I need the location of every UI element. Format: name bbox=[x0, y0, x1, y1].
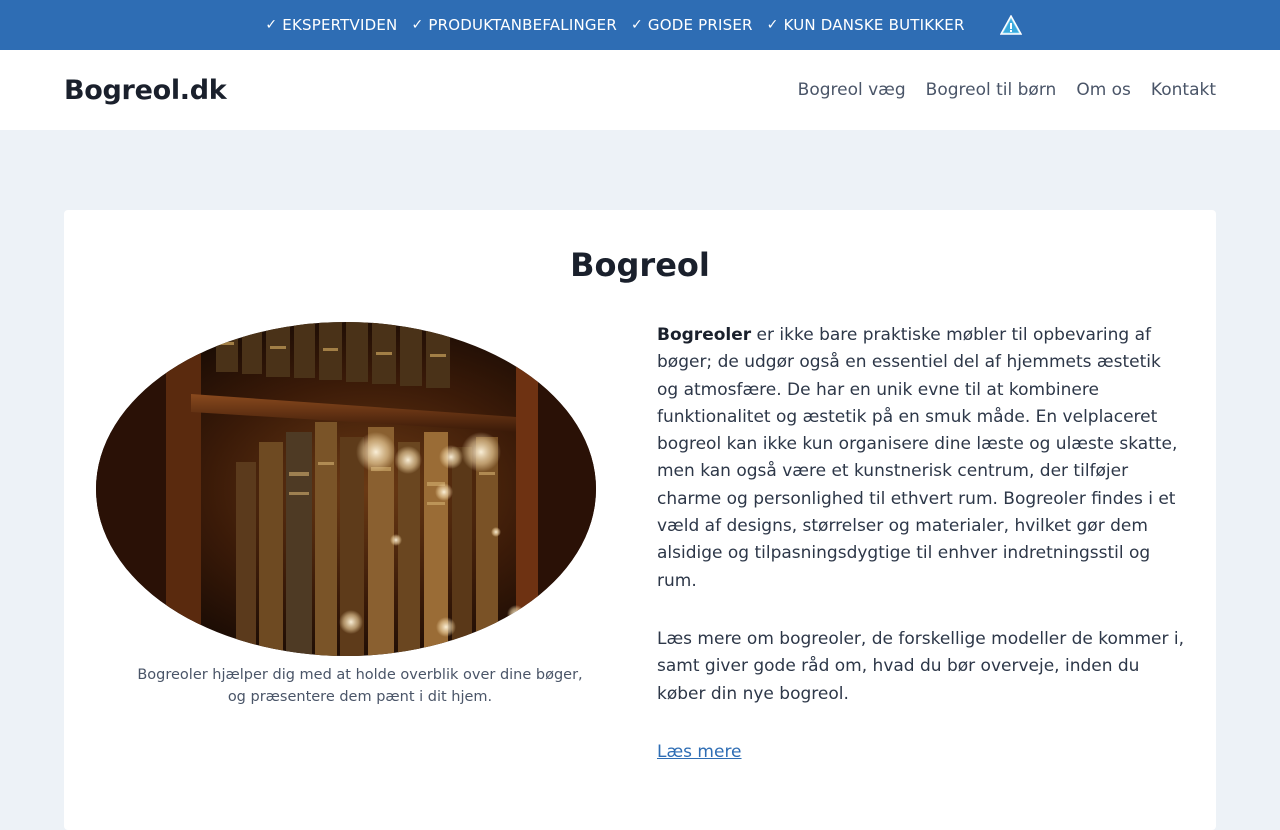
intro-text: Bogreoler er ikke bare praktiske møbler … bbox=[657, 322, 1187, 766]
image-caption: Bogreoler hjælper dig med at holde overb… bbox=[137, 667, 583, 705]
usp-label: GODE PRISER bbox=[647, 16, 753, 34]
check-icon: ✓ bbox=[265, 17, 278, 33]
check-icon: ✓ bbox=[766, 17, 779, 33]
usp-item: ✓ KUN DANSKE BUTIKKER bbox=[767, 16, 965, 34]
check-icon: ✓ bbox=[411, 17, 424, 33]
warning-info-icon[interactable] bbox=[999, 14, 1022, 35]
check-icon: ✓ bbox=[630, 17, 643, 33]
usp-item: ✓ PRODUKTANBEFALINGER bbox=[411, 16, 617, 34]
intro-paragraph: Bogreoler er ikke bare praktiske møbler … bbox=[657, 322, 1187, 595]
page-title: Bogreol bbox=[570, 246, 710, 284]
paragraph-2: Læs mere om bogreoler, de forskellige mo… bbox=[657, 628, 1185, 704]
usp-item: ✓ EKSPERTVIDEN bbox=[265, 16, 397, 34]
bookshelf-photo bbox=[96, 322, 596, 656]
intro-bold: Bogreoler bbox=[657, 325, 752, 345]
site-logo[interactable]: Bogreol.dk bbox=[64, 75, 227, 106]
usp-item: ✓ GODE PRISER bbox=[631, 16, 753, 34]
usp-label: EKSPERTVIDEN bbox=[282, 16, 398, 34]
main-nav: Bogreol væg Bogreol til børn Om os Konta… bbox=[778, 80, 1216, 100]
nav-item-om-os[interactable]: Om os bbox=[1076, 80, 1131, 100]
usp-label: KUN DANSKE BUTIKKER bbox=[783, 16, 965, 34]
nav-item-bogreol-vaeg[interactable]: Bogreol væg bbox=[798, 80, 906, 100]
usp-label: PRODUKTANBEFALINGER bbox=[428, 16, 617, 34]
nav-item-kontakt[interactable]: Kontakt bbox=[1151, 80, 1216, 100]
site-header: Bogreol.dk Bogreol væg Bogreol til børn … bbox=[0, 50, 1280, 130]
hero-figure: Bogreoler hjælper dig med at holde overb… bbox=[96, 322, 596, 708]
nav-item-bogreol-til-boern[interactable]: Bogreol til børn bbox=[926, 80, 1057, 100]
content-card: Bogreol Bogreoler hjælper dig med at hol… bbox=[64, 210, 1216, 830]
read-more-link[interactable]: Læs mere bbox=[657, 742, 742, 762]
intro-rest: er ikke bare praktiske møbler til opbeva… bbox=[657, 325, 1178, 591]
usp-topbar: ✓ EKSPERTVIDEN ✓ PRODUKTANBEFALINGER ✓ G… bbox=[0, 0, 1280, 50]
